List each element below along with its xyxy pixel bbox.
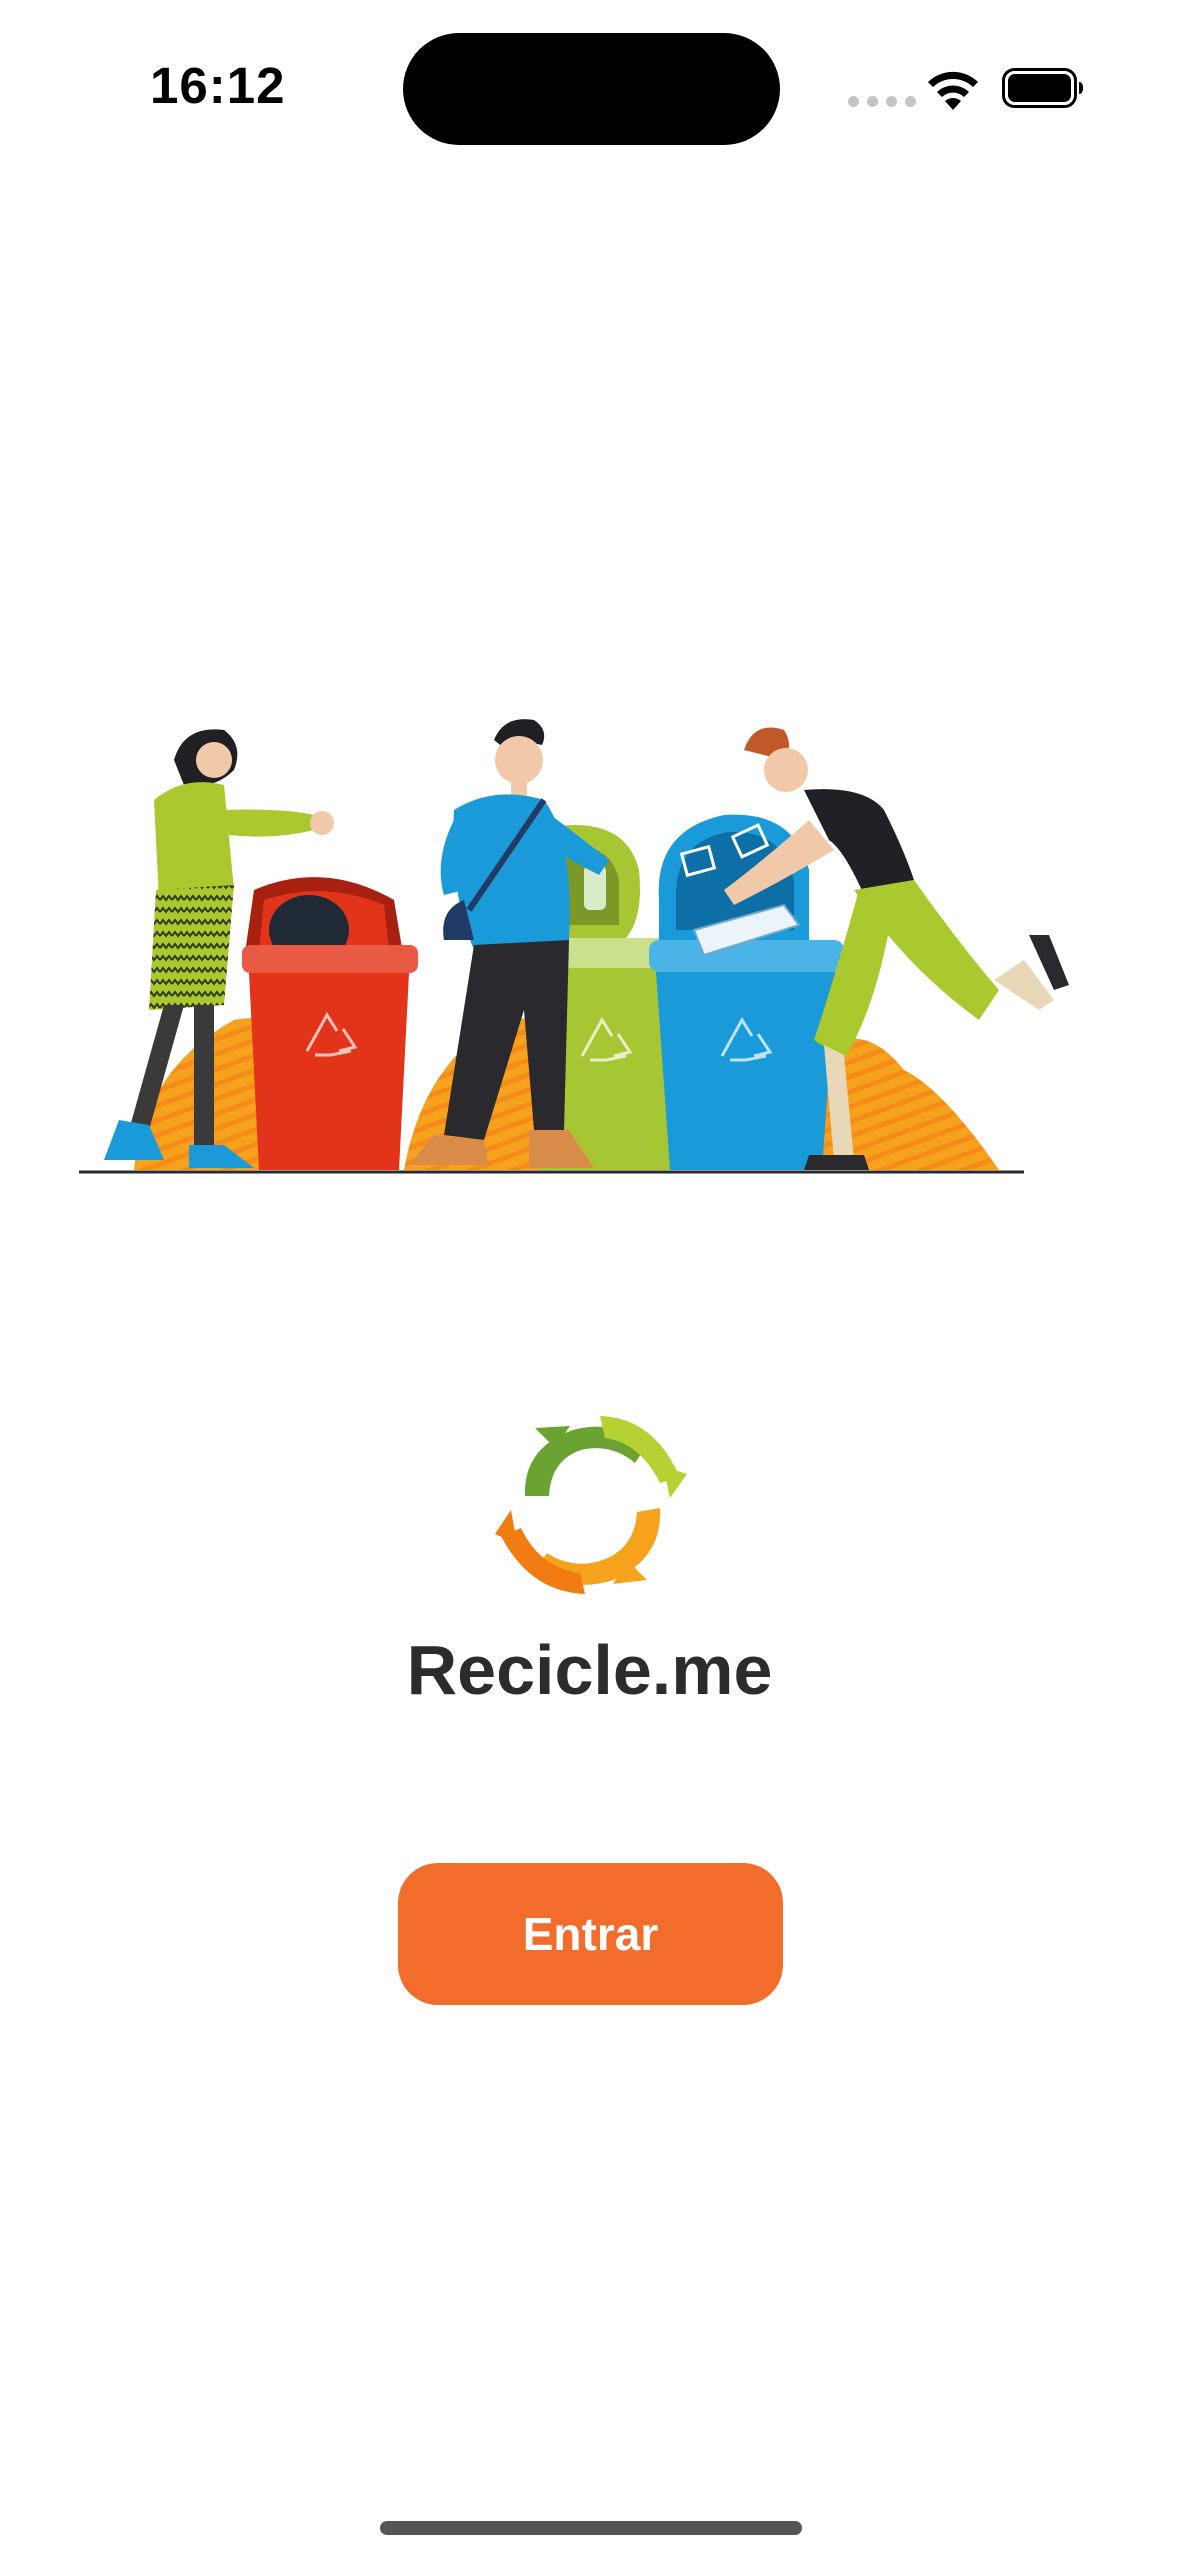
app-title: Recicle.me <box>406 1631 773 1709</box>
home-indicator[interactable] <box>380 2521 802 2535</box>
recycling-people-illustration <box>79 719 1069 1174</box>
dynamic-island <box>403 33 780 145</box>
enter-button[interactable]: Entrar <box>398 1863 783 2005</box>
status-bar: 16:12 <box>0 0 1179 150</box>
recycle-arrows-icon <box>495 1416 687 1594</box>
wifi-icon <box>928 71 978 110</box>
battery-icon <box>1002 68 1083 108</box>
cellular-signal-icon <box>848 96 916 107</box>
status-time: 16:12 <box>150 57 286 114</box>
